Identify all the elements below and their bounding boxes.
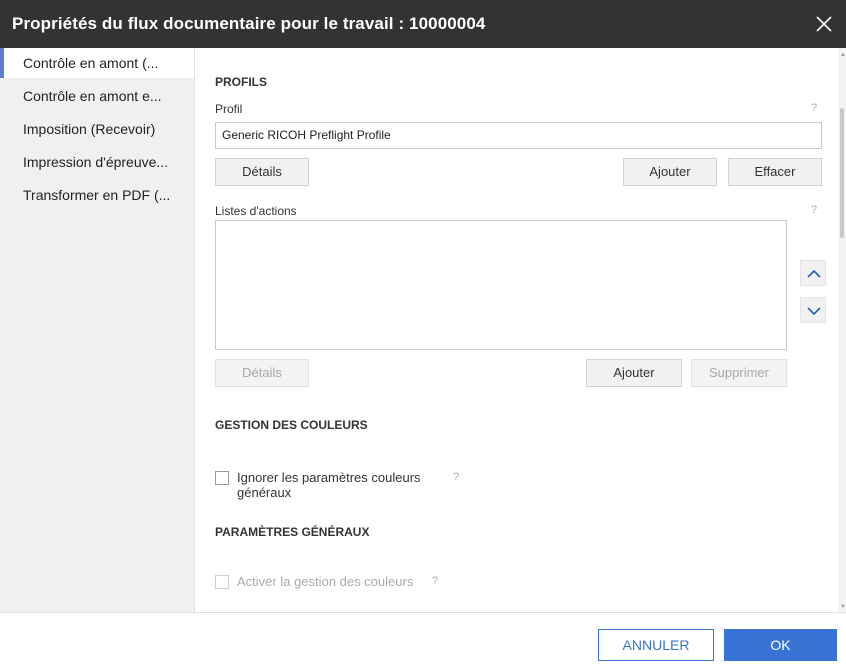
scroll-down-icon[interactable]: ▼ <box>840 604 846 610</box>
ignore-general-color-help-icon[interactable]: ? <box>453 471 459 483</box>
properties-panel: PROFILS Profil ? Generic RICOH Preflight… <box>195 48 846 612</box>
action-delete-button[interactable]: Supprimer <box>691 359 787 387</box>
dialog-titlebar: Propriétés du flux documentaire pour le … <box>0 0 846 48</box>
sidebar-item-label: Contrôle en amont (... <box>23 55 159 71</box>
chevron-up-icon <box>807 269 821 278</box>
action-lists-label: Listes d'actions <box>215 204 297 218</box>
sidebar-item-label: Transformer en PDF (... <box>23 187 171 203</box>
sidebar-item-label: Impression d'épreuve... <box>23 154 169 170</box>
chevron-down-icon <box>807 307 821 316</box>
sidebar-item-preflight[interactable]: Contrôle en amont (... <box>0 48 194 78</box>
move-up-button[interactable] <box>800 260 826 286</box>
sidebar-item-proof-print[interactable]: Impression d'épreuve... <box>0 147 194 177</box>
sidebar: Contrôle en amont (... Contrôle en amont… <box>0 48 195 612</box>
enable-color-management-checkbox[interactable] <box>215 575 229 589</box>
enable-color-management-label: Activer la gestion des couleurs <box>237 574 414 589</box>
cancel-button[interactable]: ANNULER <box>598 629 714 661</box>
action-lists-help-icon[interactable]: ? <box>811 204 817 216</box>
profiles-section-title: PROFILS <box>215 75 268 89</box>
scrollbar-thumb[interactable] <box>840 108 844 238</box>
dialog-title: Propriétés du flux documentaire pour le … <box>12 14 486 33</box>
profile-clear-button[interactable]: Effacer <box>728 158 822 186</box>
sidebar-item-imposition[interactable]: Imposition (Recevoir) <box>0 114 194 144</box>
profile-details-button[interactable]: Détails <box>215 158 309 186</box>
action-add-button[interactable]: Ajouter <box>586 359 682 387</box>
profile-label: Profil <box>215 102 243 116</box>
general-settings-section-title: PARAMÈTRES GÉNÉRAUX <box>215 525 370 539</box>
action-lists-listbox[interactable] <box>215 220 787 350</box>
sidebar-item-label: Imposition (Recevoir) <box>23 121 156 137</box>
sidebar-item-preflight-2[interactable]: Contrôle en amont e... <box>0 81 194 111</box>
ignore-general-color-checkbox[interactable] <box>215 471 229 485</box>
ignore-general-color-label-line1: Ignorer les paramètres couleurs <box>237 470 421 485</box>
close-icon[interactable] <box>814 14 834 34</box>
scroll-up-icon[interactable]: ▲ <box>840 52 846 58</box>
ok-button[interactable]: OK <box>724 629 837 661</box>
scrollbar[interactable]: ▲ ▼ <box>838 48 846 612</box>
sidebar-item-label: Contrôle en amont e... <box>23 88 162 104</box>
sidebar-item-transform-pdf[interactable]: Transformer en PDF (... <box>0 180 194 210</box>
profile-add-button[interactable]: Ajouter <box>623 158 717 186</box>
profile-field[interactable]: Generic RICOH Preflight Profile <box>215 122 822 149</box>
color-management-section-title: GESTION DES COULEURS <box>215 418 368 432</box>
move-down-button[interactable] <box>800 297 826 323</box>
enable-color-management-help-icon[interactable]: ? <box>432 575 438 587</box>
profile-help-icon[interactable]: ? <box>811 102 817 114</box>
action-details-button[interactable]: Détails <box>215 359 309 387</box>
dialog-footer: ANNULER OK <box>0 612 846 669</box>
ignore-general-color-label-line2: généraux <box>237 485 292 500</box>
